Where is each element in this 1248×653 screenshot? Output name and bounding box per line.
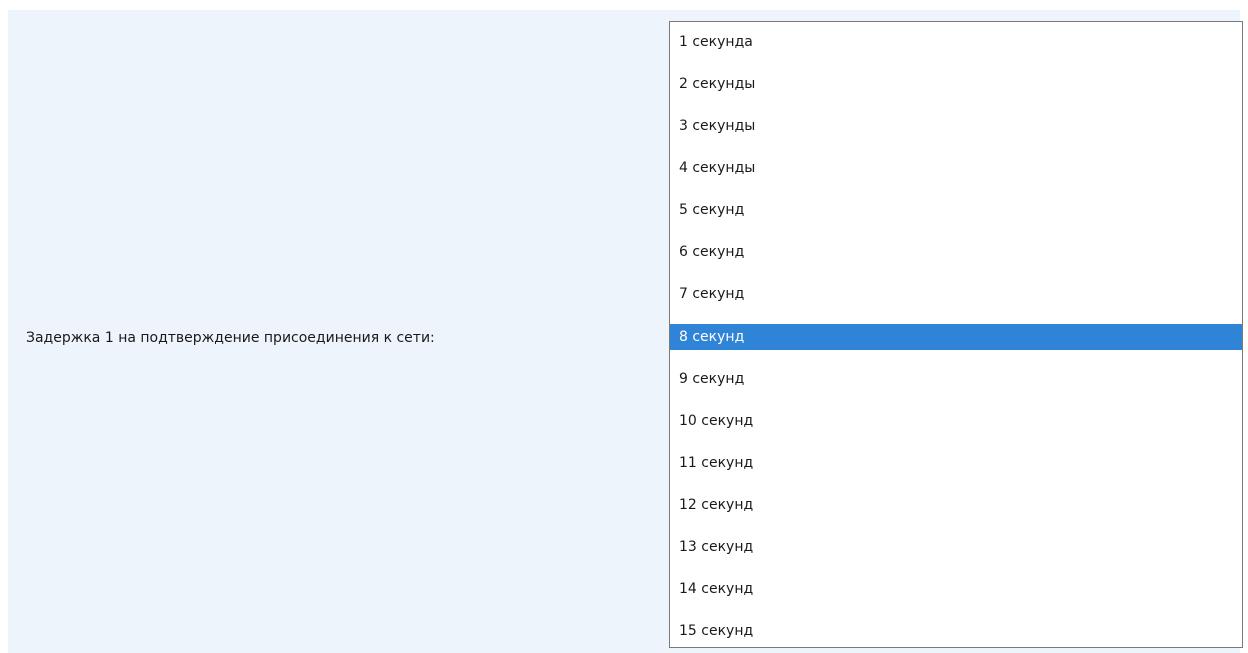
dropdown-option-4-seconds[interactable]: 4 секунды <box>670 155 1242 181</box>
dropdown-option-8-seconds-selected[interactable]: 8 секунд <box>670 324 1242 350</box>
dropdown-option-10-seconds[interactable]: 10 секунд <box>670 408 1242 434</box>
dropdown-option-9-seconds[interactable]: 9 секунд <box>670 366 1242 392</box>
join-confirmation-delay-label: Задержка 1 на подтверждение присоединени… <box>26 330 435 346</box>
dropdown-option-14-seconds[interactable]: 14 секунд <box>670 576 1242 602</box>
dropdown-option-3-seconds[interactable]: 3 секунды <box>670 113 1242 139</box>
dropdown-option-11-seconds[interactable]: 11 секунд <box>670 450 1242 476</box>
delay-dropdown-list[interactable]: 1 секунда 2 секунды 3 секунды 4 секунды … <box>669 21 1243 648</box>
dropdown-option-15-seconds[interactable]: 15 секунд <box>670 618 1242 644</box>
dropdown-option-12-seconds[interactable]: 12 секунд <box>670 492 1242 518</box>
dropdown-option-1-second[interactable]: 1 секунда <box>670 29 1242 55</box>
dropdown-option-6-seconds[interactable]: 6 секунд <box>670 239 1242 265</box>
dropdown-option-5-seconds[interactable]: 5 секунд <box>670 197 1242 223</box>
dropdown-option-2-seconds[interactable]: 2 секунды <box>670 71 1242 97</box>
dropdown-option-7-seconds[interactable]: 7 секунд <box>670 281 1242 307</box>
dropdown-option-13-seconds[interactable]: 13 секунд <box>670 534 1242 560</box>
